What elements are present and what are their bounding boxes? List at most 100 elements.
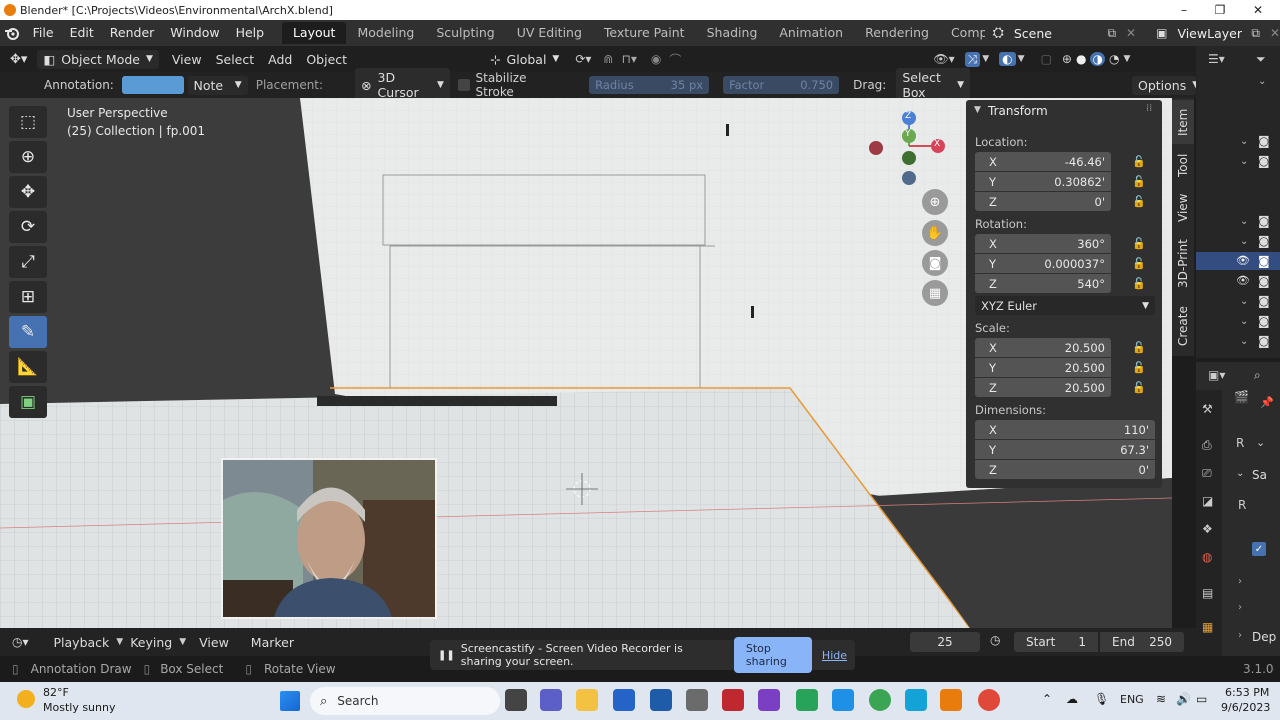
lock-icon[interactable]: 🔓 bbox=[1132, 341, 1146, 354]
weather-temperature[interactable]: 82°F bbox=[43, 686, 69, 699]
rotation-y-field[interactable]: Y 0.000037° bbox=[975, 254, 1111, 273]
chevron-right-icon[interactable]: › bbox=[1238, 602, 1242, 613]
menu-window[interactable]: Window bbox=[162, 20, 227, 46]
collection-tab-icon[interactable]: ▤ bbox=[1202, 586, 1213, 600]
skype-icon[interactable] bbox=[832, 689, 854, 711]
annotate-tool-icon[interactable]: ✎ bbox=[9, 316, 47, 348]
visibility-eye-icon[interactable]: ⌄ bbox=[1240, 236, 1248, 247]
chrome-icon[interactable] bbox=[978, 689, 1000, 711]
ortho-grid-icon[interactable]: ▦ bbox=[922, 280, 948, 306]
visibility-eye-icon[interactable]: ⌄ bbox=[1240, 136, 1248, 147]
texture-tab-icon[interactable]: ▦ bbox=[1202, 620, 1213, 634]
location-z-field[interactable]: Z 0' bbox=[975, 192, 1111, 211]
tab-uv-editing[interactable]: UV Editing bbox=[506, 22, 593, 44]
menu-view[interactable]: View bbox=[165, 52, 209, 67]
tab-compositing[interactable]: Compo bbox=[940, 22, 985, 44]
dimensions-y-field[interactable]: Y 67.3' bbox=[975, 440, 1155, 459]
lock-icon[interactable]: 🔓 bbox=[1132, 195, 1146, 208]
stop-sharing-button[interactable]: Stop sharing bbox=[733, 637, 812, 673]
chrome-icon[interactable] bbox=[869, 689, 891, 711]
visibility-eye-icon[interactable]: ⌄ bbox=[1240, 216, 1248, 227]
pivot-point-icon[interactable]: ⟳▾ bbox=[575, 52, 591, 66]
end-frame-field[interactable]: End 250 bbox=[1100, 632, 1184, 652]
view-layer-copy-icon[interactable]: ⧉ bbox=[1251, 26, 1260, 41]
menu-render[interactable]: Render bbox=[102, 20, 163, 46]
teams-icon[interactable] bbox=[540, 689, 562, 711]
xray-toggle-icon[interactable]: ▢ bbox=[1041, 52, 1052, 66]
maximize-button[interactable]: ❐ bbox=[1202, 0, 1238, 20]
factor-field[interactable]: Factor 0.750 bbox=[723, 76, 840, 94]
navigation-gizmo[interactable]: Z Y X bbox=[866, 106, 956, 196]
transform-tool-icon[interactable]: ⊞ bbox=[9, 281, 47, 313]
tab-tool[interactable]: Tool bbox=[1172, 146, 1194, 184]
visibility-eye-icon[interactable]: ⌄ bbox=[1240, 156, 1248, 167]
editor-type-icon[interactable]: ✥▾ bbox=[10, 52, 27, 67]
blender-menu-icon[interactable] bbox=[0, 26, 25, 40]
menu-select[interactable]: Select bbox=[209, 52, 262, 67]
gizmo-dropdown-icon[interactable]: ▼ bbox=[982, 54, 989, 64]
view-layer-remove-icon[interactable]: ✕ bbox=[1270, 26, 1280, 40]
tab-shading[interactable]: Shading bbox=[696, 22, 769, 44]
scene-remove-icon[interactable]: ✕ bbox=[1126, 26, 1136, 40]
panel-collapse-icon[interactable]: ▼ bbox=[974, 105, 981, 115]
lock-icon[interactable]: 🔓 bbox=[1132, 257, 1146, 270]
close-button[interactable]: ✕ bbox=[1240, 0, 1276, 20]
add-cube-tool-icon[interactable]: ▣ bbox=[9, 386, 47, 418]
tab-animation[interactable]: Animation bbox=[768, 22, 854, 44]
volume-icon[interactable]: 🔊 bbox=[1176, 692, 1191, 706]
store-icon[interactable] bbox=[650, 689, 672, 711]
menu-help[interactable]: Help bbox=[228, 20, 273, 46]
rotation-x-field[interactable]: X 360° bbox=[975, 234, 1111, 253]
visual-studio-icon[interactable] bbox=[758, 689, 780, 711]
lock-icon[interactable]: 🔓 bbox=[1132, 155, 1146, 168]
language-indicator[interactable]: ENG bbox=[1120, 693, 1144, 706]
visibility-icon[interactable]: 👁▾ bbox=[933, 52, 954, 66]
annotation-color-swatch[interactable] bbox=[121, 76, 184, 94]
scale-z-field[interactable]: Z 20.500 bbox=[975, 378, 1111, 397]
view-layer-name-field[interactable]: ViewLayer bbox=[1177, 26, 1251, 41]
render-tab-icon[interactable]: ⎙ bbox=[1202, 438, 1212, 453]
menu-file[interactable]: File bbox=[25, 20, 62, 46]
transform-panel-title[interactable]: Transform bbox=[988, 104, 1048, 118]
tab-3d-print[interactable]: 3D-Print bbox=[1172, 232, 1194, 296]
rendered-shading-icon[interactable]: ◔ bbox=[1109, 52, 1119, 66]
file-explorer-icon[interactable] bbox=[576, 689, 598, 711]
measure-tool-icon[interactable]: 📐 bbox=[9, 351, 47, 383]
select-box-tool-icon[interactable]: ⬚ bbox=[9, 106, 47, 138]
scene-selector-icon[interactable]: ⛭ bbox=[993, 25, 1004, 41]
wireframe-shading-icon[interactable]: ⊕ bbox=[1062, 52, 1072, 66]
lock-icon[interactable]: 🔓 bbox=[1132, 237, 1146, 250]
onedrive-icon[interactable]: ☁ bbox=[1066, 692, 1078, 706]
stabilize-checkbox[interactable] bbox=[457, 79, 470, 91]
scale-tool-icon[interactable]: ⤢ bbox=[9, 246, 47, 278]
filter-icon[interactable]: ⏷ bbox=[1256, 52, 1266, 67]
annotation-layer-dropdown[interactable]: Note ▼ bbox=[187, 75, 248, 95]
rotation-mode-dropdown[interactable]: XYZ Euler ▼ bbox=[975, 296, 1155, 315]
lock-icon[interactable]: 🔓 bbox=[1132, 381, 1146, 394]
render-camera-icon[interactable]: ◙ bbox=[1258, 134, 1270, 148]
render-camera-icon[interactable]: ◙ bbox=[1258, 234, 1270, 248]
tab-create[interactable]: Create bbox=[1172, 300, 1194, 352]
tab-view[interactable]: View bbox=[1172, 188, 1194, 228]
denoise-checkbox[interactable]: ✓ bbox=[1252, 542, 1266, 556]
overlays-dropdown-icon[interactable]: ▼ bbox=[1018, 54, 1025, 64]
lock-icon[interactable]: 🔓 bbox=[1132, 277, 1146, 290]
view-layer-icon[interactable]: ▣ bbox=[1156, 26, 1167, 40]
visibility-eye-icon[interactable]: ⌄ bbox=[1240, 316, 1248, 327]
chevron-right-icon[interactable]: › bbox=[1238, 576, 1242, 587]
panel-drag-icon[interactable]: ⁞⁞ bbox=[1146, 103, 1152, 114]
render-camera-icon[interactable]: ◙ bbox=[1258, 294, 1270, 308]
falloff-icon[interactable]: ⌒ bbox=[669, 51, 681, 68]
tab-texture-paint[interactable]: Texture Paint bbox=[593, 22, 696, 44]
solid-shading-icon[interactable]: ● bbox=[1076, 52, 1086, 66]
render-camera-icon[interactable]: ◙ bbox=[1258, 154, 1270, 168]
chevron-down-icon[interactable]: ⌄ bbox=[1256, 436, 1265, 449]
scene-name-field[interactable]: Scene bbox=[1014, 26, 1108, 41]
app-red-icon[interactable] bbox=[722, 689, 744, 711]
clock-date[interactable]: 9/6/2023 bbox=[1221, 701, 1270, 714]
rotation-z-field[interactable]: Z 540° bbox=[975, 274, 1111, 293]
microphone-icon[interactable]: 🎙 bbox=[1094, 692, 1109, 706]
drag-dropdown[interactable]: Select Box ▼ bbox=[896, 68, 970, 102]
tray-overflow-icon[interactable]: ⌃ bbox=[1042, 692, 1052, 706]
render-camera-icon[interactable]: ◙ bbox=[1258, 254, 1270, 268]
